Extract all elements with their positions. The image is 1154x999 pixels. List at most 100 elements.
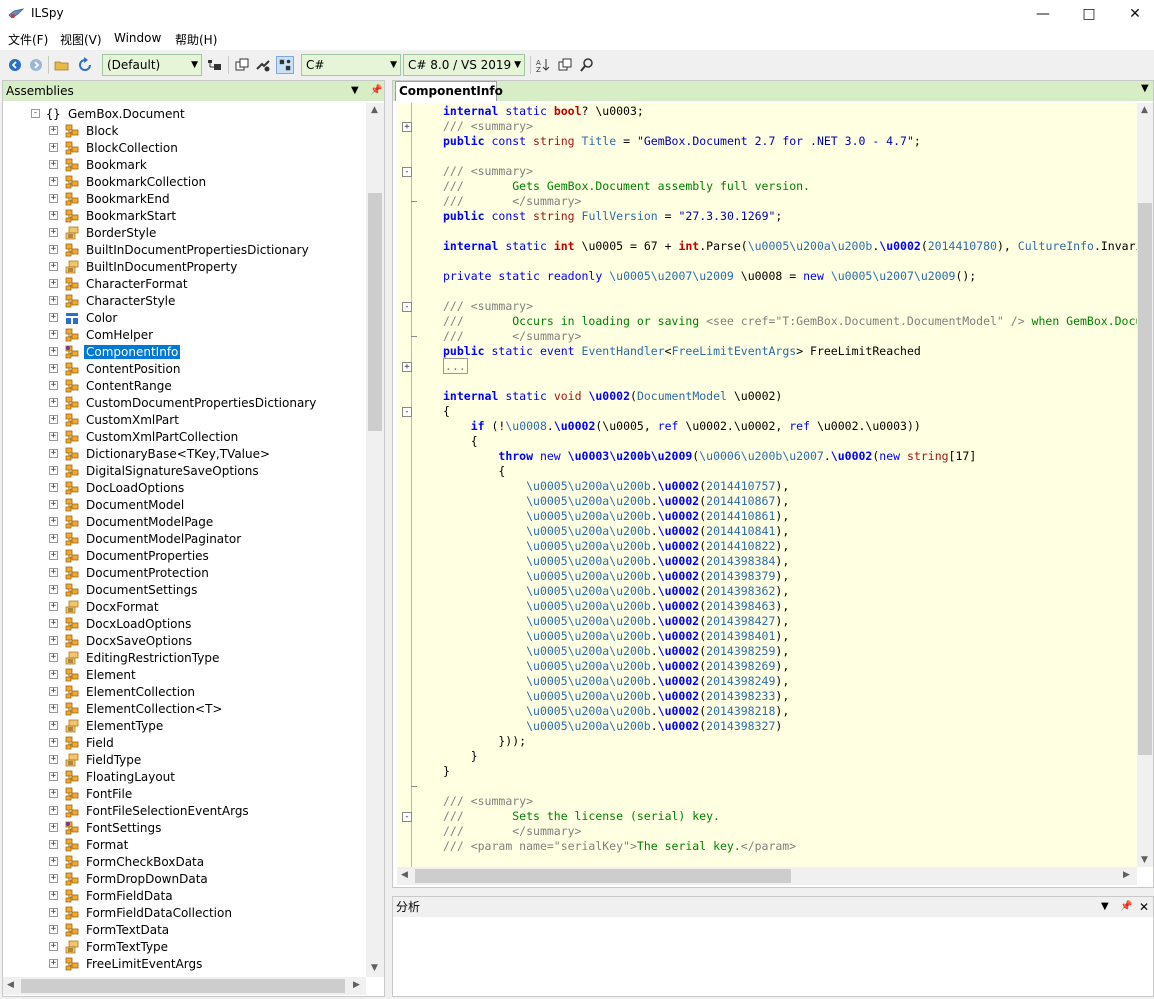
tree-row[interactable]: + DocumentModel — [49, 496, 186, 513]
expand-icon[interactable]: + — [49, 296, 58, 305]
expand-icon[interactable]: + — [49, 874, 58, 883]
tree-row[interactable]: + FormTextType — [49, 938, 170, 955]
expand-icon[interactable]: + — [49, 925, 58, 934]
expand-icon[interactable]: + — [49, 449, 58, 458]
expand-icon[interactable]: + — [49, 568, 58, 577]
scroll-thumb[interactable] — [368, 193, 382, 431]
tree-row[interactable]: + ElementType — [49, 717, 165, 734]
expand-icon[interactable]: + — [49, 466, 58, 475]
expand-icon[interactable]: + — [49, 313, 58, 322]
scroll-down-icon[interactable]: ▼ — [371, 963, 378, 973]
tree-row[interactable]: + ContentRange — [49, 377, 174, 394]
tree-row[interactable]: + BuiltInDocumentProperty — [49, 258, 239, 275]
tree-row[interactable]: + ElementCollection<T> — [49, 700, 224, 717]
tree-row[interactable]: + BookmarkStart — [49, 207, 178, 224]
tree-row[interactable]: + FormCheckBoxData — [49, 853, 206, 870]
tree-row[interactable]: + DocxLoadOptions — [49, 615, 193, 632]
assembly-tree[interactable]: - {} GemBox.Document + Block + BlockCollect… — [3, 103, 366, 977]
tab-menu-icon[interactable]: ▼ — [1141, 83, 1149, 94]
scroll-down-icon[interactable]: ▼ — [1141, 855, 1148, 865]
sort-icon[interactable]: AZ — [534, 56, 552, 74]
expand-icon[interactable]: + — [49, 211, 58, 220]
back-icon[interactable] — [6, 56, 24, 74]
scroll-thumb[interactable] — [21, 979, 345, 993]
expand-icon[interactable]: + — [49, 143, 58, 152]
tree-row[interactable]: + Field — [49, 734, 116, 751]
editor-horizontal-scrollbar[interactable]: ◀ ▶ — [397, 867, 1137, 885]
tree-row[interactable]: + FontFileSelectionEventArgs — [49, 802, 251, 819]
expand-icon[interactable]: + — [49, 279, 58, 288]
expand-icon[interactable]: + — [49, 381, 58, 390]
tree-row[interactable]: + BorderStyle — [49, 224, 158, 241]
expand-icon[interactable]: + — [49, 636, 58, 645]
expand-fold-icon[interactable]: + — [402, 122, 412, 132]
expand-icon[interactable]: + — [49, 262, 58, 271]
scroll-left-icon[interactable]: ◀ — [7, 980, 14, 990]
collapse-all-icon[interactable] — [233, 56, 251, 74]
collapse-icon[interactable]: - — [31, 109, 40, 118]
tree-row[interactable]: + DocxSaveOptions — [49, 632, 194, 649]
menu-file[interactable]: 文件(F) — [8, 31, 48, 48]
tree-row[interactable]: + CharacterFormat — [49, 275, 190, 292]
tree-row[interactable]: + Format — [49, 836, 130, 853]
tab-componentinfo[interactable]: ComponentInfo — [395, 81, 503, 101]
expand-icon[interactable]: + — [49, 228, 58, 237]
expand-icon[interactable]: + — [49, 789, 58, 798]
expand-icon[interactable]: + — [49, 738, 58, 747]
menu-help[interactable]: 帮助(H) — [175, 31, 217, 48]
tree-row[interactable]: + Element — [49, 666, 138, 683]
expand-icon[interactable]: + — [49, 347, 58, 356]
language-combo[interactable]: C# ▼ — [301, 54, 401, 76]
menu-window[interactable]: Window — [114, 31, 161, 45]
scroll-up-icon[interactable]: ▲ — [371, 105, 378, 115]
maximize-button[interactable]: □ — [1066, 0, 1112, 28]
expand-icon[interactable]: + — [49, 959, 58, 968]
expand-icon[interactable]: + — [49, 177, 58, 186]
tree-row[interactable]: + ComponentInfo — [49, 343, 181, 360]
expand-fold-icon[interactable]: + — [402, 362, 412, 372]
tree-row[interactable]: + FormFieldData — [49, 887, 175, 904]
tree-row[interactable]: + DocumentSettings — [49, 581, 199, 598]
tree-row[interactable]: + DocumentModelPage — [49, 513, 215, 530]
tree-row[interactable]: + BuiltInDocumentPropertiesDictionary — [49, 241, 311, 258]
show-all-members-icon[interactable] — [276, 56, 294, 74]
expand-icon[interactable]: + — [49, 364, 58, 373]
expand-icon[interactable]: + — [49, 194, 58, 203]
expand-icon[interactable]: + — [49, 840, 58, 849]
tree-row[interactable]: + CustomXmlPart — [49, 411, 181, 428]
tree-row[interactable]: + Color — [49, 309, 119, 326]
search-icon[interactable] — [578, 56, 596, 74]
tree-row[interactable]: + FreeLimitEventArgs — [49, 955, 204, 972]
expand-icon[interactable]: + — [49, 721, 58, 730]
tree-row[interactable]: + BookmarkEnd — [49, 190, 172, 207]
expand-icon[interactable]: + — [49, 806, 58, 815]
expand-icon[interactable]: + — [49, 551, 58, 560]
tree-row[interactable]: + DictionaryBase<TKey,TValue> — [49, 445, 272, 462]
tree-horizontal-scrollbar[interactable]: ◀ ▶ — [3, 977, 366, 995]
pin-icon[interactable]: 📌 — [370, 81, 382, 101]
tree-row[interactable]: + FormDropDownData — [49, 870, 210, 887]
expand-icon[interactable]: + — [49, 772, 58, 781]
scroll-up-icon[interactable]: ▲ — [1141, 105, 1148, 115]
editor-vertical-scrollbar[interactable]: ▲ ▼ — [1137, 103, 1153, 867]
close-icon[interactable]: ✕ — [1139, 897, 1149, 917]
expand-icon[interactable]: + — [49, 160, 58, 169]
panel-menu-icon[interactable]: ▼ — [351, 81, 359, 101]
forward-icon[interactable] — [27, 56, 45, 74]
expand-icon[interactable]: + — [49, 517, 58, 526]
expand-icon[interactable]: + — [49, 245, 58, 254]
expand-icon[interactable]: + — [49, 653, 58, 662]
expand-icon[interactable]: + — [49, 432, 58, 441]
expand-icon[interactable]: + — [49, 534, 58, 543]
expand-icon[interactable]: + — [49, 704, 58, 713]
close-button[interactable]: ✕ — [1112, 0, 1154, 28]
expand-icon[interactable]: + — [49, 687, 58, 696]
collapse-fold-icon[interactable]: - — [402, 407, 412, 417]
tree-row[interactable]: + FormFieldDataCollection — [49, 904, 234, 921]
tree-row[interactable]: + Block — [49, 122, 120, 139]
open-folder-icon[interactable] — [53, 56, 71, 74]
tree-row[interactable]: + EditingRestrictionType — [49, 649, 221, 666]
tree-row-namespace[interactable]: - {} GemBox.Document — [31, 105, 187, 122]
code-editor[interactable]: internal static bool? \u0003;/// <summar… — [397, 103, 1137, 867]
expand-icon[interactable]: + — [49, 602, 58, 611]
